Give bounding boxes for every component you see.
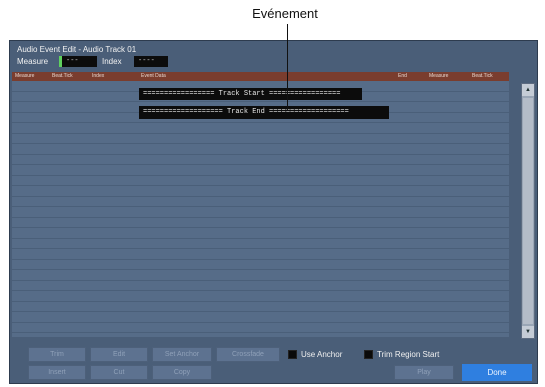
- scrollbar-thumb[interactable]: [523, 98, 533, 324]
- index-field[interactable]: ----: [134, 56, 168, 67]
- table-row[interactable]: [12, 270, 509, 281]
- measure-field[interactable]: ---: [59, 56, 97, 67]
- event-callout-line: [287, 24, 288, 110]
- column-header-end-measure: Measure: [429, 73, 449, 79]
- table-row[interactable]: [12, 218, 509, 228]
- table-row[interactable]: [12, 323, 509, 333]
- table-row[interactable]: [12, 312, 509, 323]
- scroll-down-arrow-icon[interactable]: ▼: [522, 326, 534, 338]
- table-row[interactable]: [12, 291, 509, 302]
- table-row[interactable]: [12, 281, 509, 291]
- page-title: Audio Event Edit - Audio Track 01: [17, 45, 137, 54]
- track-end-event[interactable]: =================== Track End ==========…: [139, 106, 389, 119]
- table-row[interactable]: [12, 302, 509, 312]
- column-header-event-data: Event Data: [141, 73, 166, 79]
- event-list[interactable]: [12, 81, 509, 337]
- measure-label: Measure: [17, 57, 49, 66]
- table-row[interactable]: [12, 197, 509, 207]
- audio-event-edit-screen: Audio Event Edit - Audio Track 01 Measur…: [9, 40, 538, 384]
- table-row[interactable]: [12, 123, 509, 134]
- edit-button[interactable]: Edit: [90, 347, 148, 362]
- insert-button[interactable]: Insert: [28, 365, 86, 380]
- column-header-measure: Measure: [15, 73, 35, 79]
- trim-region-start-checkbox[interactable]: [364, 350, 373, 359]
- play-button[interactable]: Play: [394, 365, 454, 380]
- set-anchor-button[interactable]: Set Anchor: [152, 347, 212, 362]
- table-row[interactable]: [12, 239, 509, 249]
- crossfade-button[interactable]: Crossfade: [216, 347, 280, 362]
- trim-region-start-label: Trim Region Start: [377, 350, 440, 359]
- table-row[interactable]: [12, 207, 509, 218]
- column-header-beat-tick: Beat.Tick: [52, 73, 73, 79]
- table-row[interactable]: [12, 165, 509, 176]
- track-start-event[interactable]: ================= Track Start ==========…: [139, 88, 362, 100]
- done-button[interactable]: Done: [462, 364, 532, 381]
- column-header-index: Index: [92, 73, 105, 79]
- table-row[interactable]: [12, 249, 509, 260]
- copy-button[interactable]: Copy: [152, 365, 212, 380]
- index-label: Index: [102, 57, 122, 66]
- scroll-up-arrow-icon[interactable]: ▲: [522, 84, 534, 96]
- use-anchor-label: Use Anchor: [301, 350, 343, 359]
- column-header-end-beat-tick: Beat.Tick: [472, 73, 493, 79]
- table-row[interactable]: [12, 260, 509, 270]
- column-header-end: End: [398, 73, 407, 79]
- table-row[interactable]: [12, 144, 509, 155]
- event-list-scrollbar[interactable]: ▲ ▼: [521, 83, 535, 339]
- table-row[interactable]: [12, 155, 509, 165]
- event-callout-label: Evénement: [252, 6, 318, 21]
- event-list-header: Measure Beat.Tick Index Event Data End M…: [12, 72, 509, 81]
- table-row[interactable]: [12, 186, 509, 197]
- trim-button[interactable]: Trim: [28, 347, 86, 362]
- table-row[interactable]: [12, 176, 509, 186]
- table-row[interactable]: [12, 228, 509, 239]
- table-row[interactable]: [12, 134, 509, 144]
- use-anchor-checkbox[interactable]: [288, 350, 297, 359]
- cut-button[interactable]: Cut: [90, 365, 148, 380]
